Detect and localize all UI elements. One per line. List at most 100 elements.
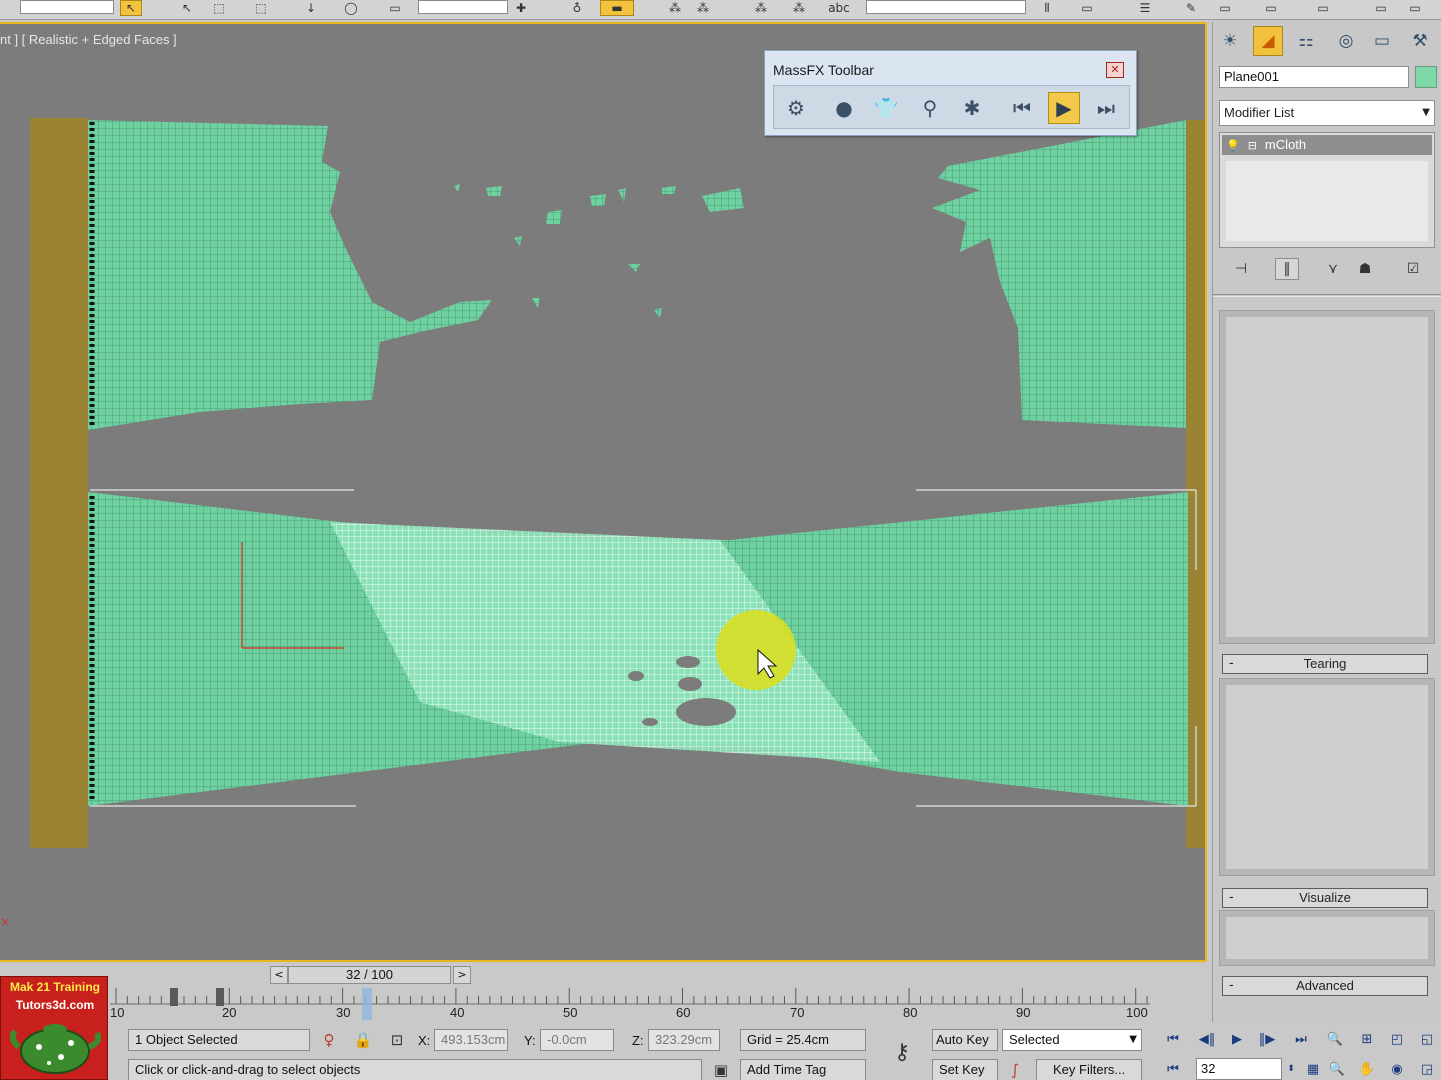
rollout-label: Tearing [1303,656,1347,671]
render-icon[interactable]: ▭ [1404,0,1426,16]
select-object-icon[interactable]: ↖ [120,0,142,16]
rollout-tearing[interactable]: - Tearing [1222,654,1428,674]
stack-item-mcloth[interactable]: 💡 ⊟ mCloth [1222,135,1432,155]
orbit-icon[interactable]: ◉ [1384,1058,1410,1080]
field-of-view-icon[interactable]: 🔍 [1324,1058,1350,1080]
pin-stack-icon[interactable]: ⊣ [1229,258,1253,280]
time-tag-icon[interactable]: ▣ [710,1059,732,1080]
go-to-end-icon[interactable]: ⏭ [1288,1028,1314,1050]
massfx-toolbar[interactable]: MassFX Toolbar ✕ ⚙ ● 👕 ⚲ ✱ ⏮ ▶ ⏭ [764,50,1137,136]
reset-simulation-icon[interactable]: ⏮ [1006,92,1038,124]
svg-text:×: × [0,915,10,929]
key-icon[interactable]: ⚷ [882,1040,922,1065]
step-simulation-icon[interactable]: ⏭ [1090,92,1122,124]
tick-label: 40 [450,1005,465,1020]
collapse-icon[interactable]: ⊟ [1248,139,1257,152]
utilities-tab-icon[interactable]: ⚒ [1405,26,1435,56]
spinner-snap-icon[interactable]: ⁂ [788,0,810,16]
move-icon[interactable]: ↓ [300,0,322,16]
modify-tab-icon[interactable]: ◢ [1253,26,1283,56]
keyboard-shortcut-override-icon[interactable]: ▬ [600,0,634,16]
rotate-icon[interactable]: ◯ [340,0,362,16]
play-simulation-icon[interactable]: ▶ [1048,92,1080,124]
time-slider-thumb[interactable]: 32 / 100 [288,966,451,984]
previous-frame-icon[interactable]: ◀‖ [1194,1028,1220,1050]
object-color-swatch[interactable] [1415,66,1437,88]
lightbulb-icon[interactable]: 💡 [1226,139,1240,152]
motion-tab-icon[interactable]: ◎ [1331,26,1361,56]
select-manipulate-icon[interactable]: ♁ [566,0,588,16]
selection-filter-dropdown[interactable] [20,0,114,14]
zoom-icon[interactable]: 🔍 [1322,1028,1348,1050]
named-selection-dropdown[interactable] [866,0,1026,14]
isolate-selection-icon[interactable]: ♀ [318,1029,340,1051]
align-icon[interactable]: ▭ [1076,0,1098,16]
absolute-mode-icon[interactable]: ⊡ [386,1029,408,1051]
time-configuration-icon[interactable]: ▦ [1300,1058,1326,1080]
next-frame-icon[interactable]: ‖▶ [1254,1028,1280,1050]
edit-named-selection-icon[interactable]: abc [828,0,850,16]
current-frame-field[interactable]: 32 [1196,1058,1282,1080]
show-end-result-icon[interactable]: ‖ [1275,258,1299,280]
angle-snap-icon[interactable]: ⁂ [692,0,714,16]
pivot-icon[interactable]: ✚ [510,0,532,16]
make-unique-icon[interactable]: ⋎ [1321,258,1345,280]
remove-modifier-icon[interactable]: ☗ [1353,258,1377,280]
x-coordinate-field[interactable]: 493.153cm [434,1029,508,1051]
material-editor-icon[interactable]: ▭ [1312,0,1334,16]
layer-manager-icon[interactable]: ☰ [1134,0,1156,16]
pan-icon[interactable]: ✋ [1354,1058,1380,1080]
zoom-extents-all-icon[interactable]: ◱ [1414,1028,1440,1050]
percent-snap-icon[interactable]: ⁂ [750,0,772,16]
zoom-extents-icon[interactable]: ◰ [1384,1028,1410,1050]
key-mode-toggle-icon[interactable]: ⏮ [1160,1058,1186,1080]
auto-key-button[interactable]: Auto Key [932,1029,998,1051]
y-coordinate-field[interactable]: -0.0cm [540,1029,614,1051]
curve-editor-icon[interactable]: ▭ [1214,0,1236,16]
mcloth-icon[interactable]: 👕 [870,92,902,124]
reference-coordinate-dropdown[interactable] [418,0,508,14]
prev-frame-button[interactable]: < [270,966,288,984]
trackbar[interactable]: 10 20 30 40 50 60 70 80 90 100 [110,986,1150,1022]
set-keys-icon[interactable]: ∫ [1004,1059,1026,1080]
constraint-icon[interactable]: ⚲ [914,92,946,124]
maximize-viewport-icon[interactable]: ◲ [1414,1058,1440,1080]
close-icon[interactable]: ✕ [1106,62,1124,78]
z-coordinate-field[interactable]: 323.29cm [648,1029,720,1051]
go-to-start-icon[interactable]: ⏮ [1160,1028,1186,1050]
time-slider[interactable]: < 32 / 100 > [270,966,472,986]
rectangle-selection-icon[interactable]: ⬚ [208,0,230,16]
create-tab-icon[interactable]: ☀ [1215,26,1245,56]
logo-line-2: Tutors3d.com [15,998,95,1012]
scale-icon[interactable]: ▭ [384,0,406,16]
world-parameters-icon[interactable]: ⚙ [780,92,812,124]
collapse-icon: - [1229,656,1234,671]
play-icon[interactable]: ▶ [1224,1028,1250,1050]
next-frame-button[interactable]: > [453,966,471,984]
hierarchy-tab-icon[interactable]: ⚏ [1291,26,1321,56]
configure-sets-icon[interactable]: ☑ [1401,258,1425,280]
graphite-tools-icon[interactable]: ✎ [1180,0,1202,16]
rigid-body-icon[interactable]: ● [828,92,860,124]
display-tab-icon[interactable]: ▭ [1367,26,1397,56]
window-crossing-icon[interactable]: ⬚ [250,0,272,16]
schematic-view-icon[interactable]: ▭ [1260,0,1282,16]
key-filters-button[interactable]: Key Filters... [1036,1059,1142,1080]
select-by-name-icon[interactable]: ↖ [176,0,198,16]
zoom-all-icon[interactable]: ⊞ [1354,1028,1380,1050]
mirror-icon[interactable]: ⫴ [1036,0,1058,16]
perspective-viewport[interactable]: nt ] [ Realistic + Edged Faces ] × [0,22,1207,962]
rollout-visualize[interactable]: - Visualize [1222,888,1428,908]
chevron-down-icon: ▼ [1422,107,1430,118]
key-mode-dropdown[interactable]: Selected ▼ [1002,1029,1142,1051]
lock-selection-icon[interactable]: 🔒 [352,1029,374,1051]
rollout-advanced[interactable]: - Advanced [1222,976,1428,996]
ragdoll-icon[interactable]: ✱ [956,92,988,124]
modifier-list-dropdown[interactable]: Modifier List ▼ [1219,100,1435,126]
set-key-button[interactable]: Set Key [932,1059,998,1080]
add-time-tag-button[interactable]: Add Time Tag [740,1059,866,1080]
snap-toggle-icon[interactable]: ⁂ [664,0,686,16]
object-name-field[interactable]: Plane001 [1219,66,1409,88]
frame-spinner-icon[interactable]: ⬍ [1284,1058,1298,1080]
render-setup-icon[interactable]: ▭ [1370,0,1392,16]
